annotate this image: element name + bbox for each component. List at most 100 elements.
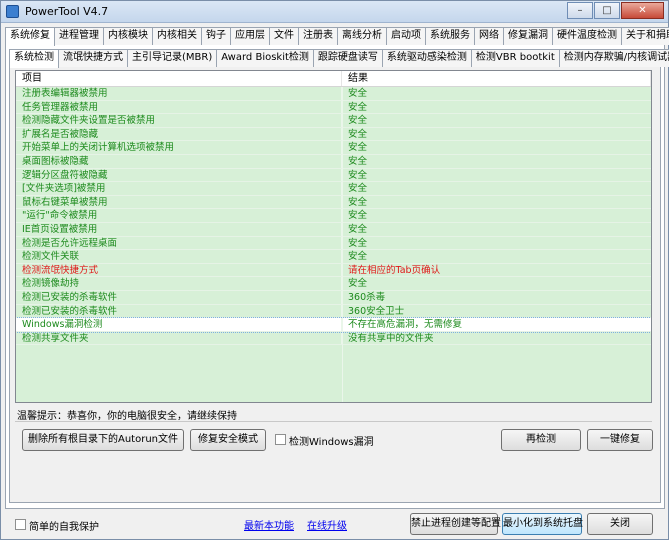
row-item-cell: 检测流氓快捷方式 <box>16 263 342 277</box>
table-row[interactable]: 检测已安装的杀毒软件 360安全卫士 <box>16 304 651 319</box>
row-item-cell: 检测已安装的杀毒软件 <box>16 304 342 318</box>
table-row[interactable]: 逻辑分区盘符被隐藏 安全 <box>16 168 651 183</box>
recheck-button[interactable]: 再检测 <box>501 429 581 451</box>
column-header-item[interactable]: 项目 <box>16 71 342 86</box>
window-title: PowerTool V4.7 <box>25 5 109 18</box>
main-tab[interactable]: 关于和捐助 <box>621 27 669 45</box>
main-tab[interactable]: 离线分析 <box>337 27 387 45</box>
sub-tab-bar: 系统检测 流氓快捷方式 主引导记录(MBR) Award Bioskit检测 跟踪硬盘读… <box>9 49 669 68</box>
table-row[interactable]: 检测镜像劫持 安全 <box>16 277 651 291</box>
main-tab[interactable]: 系统修复 <box>5 27 55 46</box>
table-row[interactable]: "运行"命令被禁用 安全 <box>16 209 651 223</box>
main-tab-bar: 系统修复 进程管理 内核模块 内核相关 钩子 应用层 文件 注册表 离线分析 启动项 系统服务 网络修… <box>5 27 669 46</box>
minimize-to-tray-button[interactable]: 最小化到系统托盘 <box>502 513 583 535</box>
minimize-button[interactable]: – <box>567 2 593 19</box>
row-item-cell: "运行"命令被禁用 <box>16 209 342 222</box>
table-row[interactable]: [文件夹选项]被禁用 安全 <box>16 182 651 196</box>
main-tab[interactable]: 进程管理 <box>54 27 104 45</box>
main-tab[interactable]: 启动项 <box>386 27 426 45</box>
row-item-cell: 任务管理器被禁用 <box>16 100 342 114</box>
table-row[interactable]: 注册表编辑器被禁用 安全 <box>16 87 651 101</box>
main-tab[interactable]: 内核模块 <box>103 27 153 45</box>
row-item-cell: [文件夹选项]被禁用 <box>16 182 342 195</box>
row-result-cell: 安全 <box>348 101 368 113</box>
block-process-button[interactable]: 禁止进程创建等配置 <box>410 513 501 535</box>
table-row[interactable]: IE首页设置被禁用 安全 <box>16 222 651 237</box>
main-tab[interactable]: 应用层 <box>230 27 270 45</box>
row-item-cell: 逻辑分区盘符被隐藏 <box>16 168 342 182</box>
row-item-cell: IE首页设置被禁用 <box>16 222 342 236</box>
row-result-cell: 安全 <box>348 237 368 249</box>
one-key-fix-button[interactable]: 一键修复 <box>587 429 653 451</box>
table-row[interactable]: 扩展名是否被隐藏 安全 <box>16 127 651 142</box>
table-row[interactable]: 开始菜单上的关闭计算机选项被禁用 安全 <box>16 141 651 155</box>
row-item-cell: 桌面图标被隐藏 <box>16 154 342 168</box>
row-item-cell: 检测隐藏文件夹设置是否被禁用 <box>16 114 342 127</box>
powertool-window: PowerTool V4.7 – □ ✕ 系统修复 进程管理 内核模块 内核相关 钩子应… <box>0 0 669 540</box>
main-tab[interactable]: 文件 <box>269 27 299 45</box>
main-tab[interactable]: 内核相关 <box>152 27 202 45</box>
column-divider <box>342 87 343 402</box>
main-tab[interactable]: 硬件温度检测 <box>552 27 622 45</box>
sub-tab[interactable]: 系统检测 <box>9 49 59 68</box>
row-item-cell: 扩展名是否被隐藏 <box>16 127 342 141</box>
row-result-cell: 安全 <box>348 169 368 181</box>
row-item-cell: 检测共享文件夹 <box>16 331 342 345</box>
row-result-cell: 安全 <box>348 196 368 208</box>
row-item-cell: 检测文件关联 <box>16 250 342 263</box>
detect-windows-vuln-checkbox[interactable] <box>275 434 286 445</box>
detection-results-table[interactable]: 项目 结果 注册表编辑器被禁用 安全 任务管理器被禁用 安全 检测隐藏文件夹设置是否被禁… <box>15 70 652 403</box>
table-row[interactable]: 检测是否允许远程桌面 安全 <box>16 236 651 251</box>
close-window-button[interactable]: ✕ <box>621 2 664 19</box>
detect-windows-vuln-label: 检测Windows漏洞 <box>289 437 374 448</box>
table-row[interactable]: 任务管理器被禁用 安全 <box>16 100 651 115</box>
main-tab[interactable]: 注册表 <box>298 27 338 45</box>
table-row[interactable]: 检测流氓快捷方式 请在相应的Tab页确认 <box>16 263 651 278</box>
table-body: 注册表编辑器被禁用 安全 任务管理器被禁用 安全 检测隐藏文件夹设置是否被禁用 安全 扩展名… <box>16 87 651 346</box>
row-item-cell: Windows漏洞检测 <box>16 318 342 331</box>
row-item-cell: 检测已安装的杀毒软件 <box>16 290 342 304</box>
row-result-cell: 安全 <box>348 115 368 127</box>
table-row[interactable]: 检测共享文件夹 没有共享中的文件夹 <box>16 331 651 346</box>
sub-tab[interactable]: 跟踪硬盘读写 <box>312 49 383 67</box>
maximize-button[interactable]: □ <box>594 2 620 19</box>
row-result-cell: 安全 <box>348 142 368 154</box>
row-result-cell: 请在相应的Tab页确认 <box>348 264 441 276</box>
close-button[interactable]: 关闭 <box>587 513 653 535</box>
new-features-link[interactable]: 最新本功能 <box>244 517 294 532</box>
row-item-cell: 开始菜单上的关闭计算机选项被禁用 <box>16 141 342 154</box>
self-protect-checkbox[interactable] <box>15 519 26 530</box>
delete-autorun-button[interactable]: 删除所有根目录下的Autorun文件 <box>22 429 184 451</box>
table-row[interactable]: 检测隐藏文件夹设置是否被禁用 安全 <box>16 114 651 128</box>
sub-tab[interactable]: 系统驱动感染检测 <box>381 49 472 67</box>
row-result-cell: 安全 <box>348 278 368 290</box>
table-row[interactable]: 检测已安装的杀毒软件 360杀毒 <box>16 290 651 305</box>
main-tab[interactable]: 钩子 <box>201 27 231 45</box>
table-row[interactable]: Windows漏洞检测 不存在高危漏洞，无需修复 <box>16 317 651 333</box>
row-result-cell: 安全 <box>348 88 368 99</box>
row-result-cell: 没有共享中的文件夹 <box>348 332 434 344</box>
sub-tab[interactable]: 检测内存欺骗/内核调试器 <box>558 49 669 67</box>
sub-tab[interactable]: 检测VBR bootkit <box>470 49 560 67</box>
sub-tab[interactable]: 主引导记录(MBR) <box>127 49 218 67</box>
self-protect-label: 简单的自我保护 <box>29 522 99 533</box>
table-header: 项目 结果 <box>16 71 651 87</box>
table-row[interactable]: 鼠标右键菜单被禁用 安全 <box>16 195 651 210</box>
column-header-result[interactable]: 结果 <box>342 71 651 86</box>
title-bar[interactable]: PowerTool V4.7 – □ ✕ <box>1 1 668 23</box>
sub-tab[interactable]: 流氓快捷方式 <box>58 49 128 67</box>
app-icon <box>6 5 19 18</box>
row-result-cell: 安全 <box>348 210 368 222</box>
row-result-cell: 360杀毒 <box>348 291 386 303</box>
row-result-cell: 安全 <box>348 155 368 167</box>
table-row[interactable]: 检测文件关联 安全 <box>16 250 651 264</box>
row-result-cell: 安全 <box>348 128 368 140</box>
table-row[interactable]: 桌面图标被隐藏 安全 <box>16 154 651 169</box>
online-upgrade-link[interactable]: 在线升级 <box>307 517 347 532</box>
repair-safe-mode-button[interactable]: 修复安全模式 <box>190 429 266 451</box>
main-tab[interactable]: 系统服务 <box>425 27 475 45</box>
main-tab[interactable]: 修复漏洞 <box>503 27 553 45</box>
sub-tab[interactable]: Award Bioskit检测 <box>216 49 314 67</box>
main-tab[interactable]: 网络 <box>474 27 504 45</box>
divider <box>15 421 652 422</box>
